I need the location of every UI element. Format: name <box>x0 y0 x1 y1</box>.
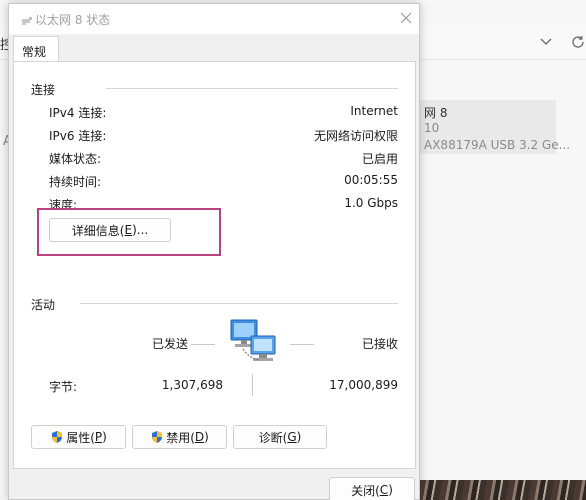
ethernet-status-dialog: 以太网 8 状态 常规 连接 IPv4 连接: Internet IPv6 连接… <box>8 3 420 500</box>
details-button[interactable]: 详细信息(E)... <box>49 218 171 242</box>
divider <box>252 374 253 396</box>
bytes-received-value: 17,000,899 <box>329 378 398 392</box>
ipv4-value: Internet <box>350 104 398 118</box>
adapter-status: 10 <box>424 121 440 135</box>
media-state-value: 已启用 <box>361 152 398 166</box>
bytes-sent-value: 1,307,698 <box>161 378 223 392</box>
divider <box>290 344 314 345</box>
dialog-title: 以太网 8 状态 <box>35 13 111 27</box>
dialog-titlebar[interactable]: 以太网 8 状态 <box>9 4 419 34</box>
uac-shield-icon <box>52 431 63 443</box>
adapter-name: 网 8 <box>424 106 448 120</box>
speed-value: 1.0 Gbps <box>344 196 398 210</box>
divider <box>191 344 215 345</box>
connection-heading: 连接 <box>31 83 56 97</box>
duration-value: 00:05:55 <box>344 173 398 187</box>
uac-shield-icon <box>152 431 163 443</box>
refresh-icon[interactable] <box>570 34 586 50</box>
ipv6-label: IPv6 连接: <box>49 129 107 143</box>
close-button[interactable]: 关闭(C) <box>329 477 415 500</box>
diagnose-button[interactable]: 诊断(G) <box>233 425 327 449</box>
divider <box>106 88 398 89</box>
close-icon[interactable] <box>398 10 414 26</box>
adapter-device: AX88179A USB 3.2 Ge... <box>424 138 571 152</box>
received-label: 已接收 <box>361 337 398 351</box>
ipv4-label: IPv4 连接: <box>49 106 107 120</box>
media-state-label: 媒体状态: <box>49 152 102 166</box>
properties-button[interactable]: 属性(P) <box>31 425 126 449</box>
network-adapter-icon <box>22 17 32 25</box>
duration-label: 持续时间: <box>49 175 102 189</box>
ipv6-value: 无网络访问权限 <box>313 129 398 143</box>
disable-button[interactable]: 禁用(D) <box>132 425 227 449</box>
general-tab-panel: 连接 IPv4 连接: Internet IPv6 连接: 无网络访问权限 媒体… <box>13 61 416 469</box>
chevron-down-icon[interactable] <box>538 35 554 49</box>
background-photo <box>420 480 586 500</box>
network-computers-icon <box>230 319 276 361</box>
divider <box>80 303 398 304</box>
bytes-label: 字节: <box>49 380 78 394</box>
sent-label: 已发送 <box>152 337 189 351</box>
activity-heading: 活动 <box>31 298 56 312</box>
tab-general[interactable]: 常规 <box>13 36 59 62</box>
